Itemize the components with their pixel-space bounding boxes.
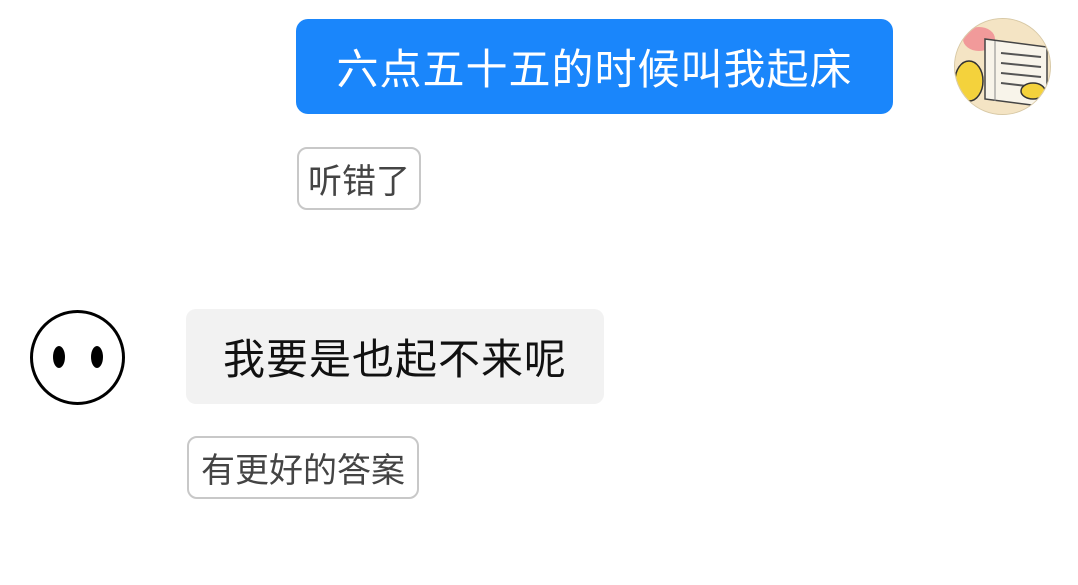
assistant-message-text: 我要是也起不来呢 bbox=[222, 335, 567, 384]
user-message-bubble[interactable]: 六点五十五的时候叫我起床 bbox=[296, 19, 893, 114]
assistant-message-bubble[interactable]: 我要是也起不来呢 bbox=[186, 309, 604, 404]
better-answer-feedback-button[interactable]: 有更好的答案 bbox=[187, 436, 419, 499]
user-avatar[interactable] bbox=[954, 18, 1051, 115]
book-reader-avatar-icon bbox=[955, 19, 1050, 114]
assistant-avatar[interactable] bbox=[29, 309, 126, 406]
user-message-text: 六点五十五的时候叫我起床 bbox=[336, 45, 853, 94]
two-dot-face-avatar-icon bbox=[30, 310, 125, 405]
misheard-feedback-button[interactable]: 听错了 bbox=[297, 147, 421, 210]
